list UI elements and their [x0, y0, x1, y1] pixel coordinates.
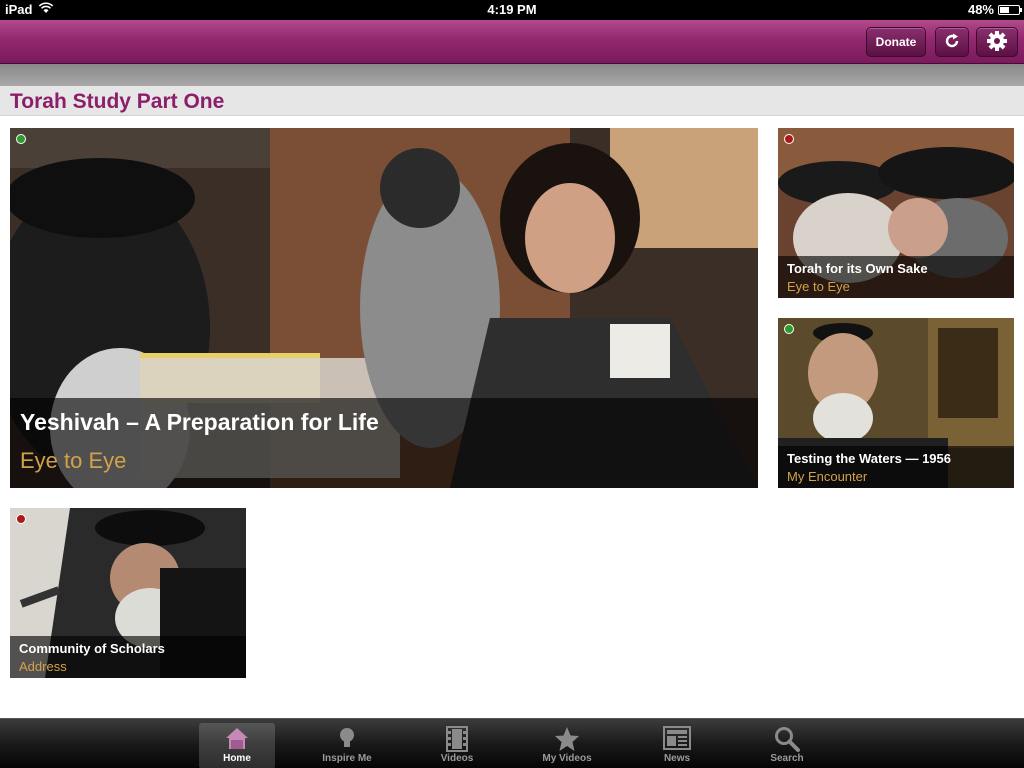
tile-title: Torah for its Own Sake	[787, 261, 928, 276]
app-screen: iPad 4:19 PM 48% Donate Torah Study Part…	[0, 0, 1024, 768]
star-icon	[529, 723, 605, 753]
film-icon	[419, 723, 495, 753]
tile-title: Testing the Waters — 1956	[787, 451, 951, 466]
home-icon	[199, 723, 275, 753]
gray-separator	[0, 64, 1024, 86]
tab-label: Inspire Me	[322, 753, 372, 764]
tab-news[interactable]: News	[639, 723, 715, 768]
tile-caption: Community of Scholars Address	[10, 636, 246, 678]
tile-title: Community of Scholars	[19, 641, 165, 656]
status-dot-green	[784, 324, 794, 334]
donate-button[interactable]: Donate	[866, 27, 926, 57]
tile-caption: Torah for its Own Sake Eye to Eye	[778, 256, 1014, 298]
clock: 4:19 PM	[487, 2, 537, 17]
tile-subtitle: Eye to Eye	[20, 448, 127, 473]
settings-button[interactable]	[976, 27, 1018, 57]
refresh-button[interactable]	[935, 27, 969, 57]
tab-label: Videos	[440, 753, 474, 764]
video-tile-featured[interactable]: Yeshivah – A Preparation for Life Eye to…	[10, 128, 758, 488]
tab-home[interactable]: Home	[199, 723, 275, 768]
tab-label: My Videos	[542, 753, 592, 764]
tab-inspire-me[interactable]: Inspire Me	[309, 723, 385, 768]
tile-title: Yeshivah – A Preparation for Life	[20, 409, 379, 435]
refresh-icon	[943, 32, 961, 53]
tile-subtitle: Eye to Eye	[787, 279, 850, 294]
video-tile[interactable]: Community of Scholars Address	[10, 508, 246, 678]
gear-icon	[986, 30, 1008, 55]
battery-percent: 48%	[967, 2, 994, 17]
section-header: Torah Study Part One	[0, 86, 1024, 116]
tab-label: Home	[223, 753, 251, 764]
tab-label: Search	[770, 753, 804, 764]
battery-icon	[998, 4, 1022, 15]
navigation-bar: Donate	[0, 20, 1024, 64]
lightbulb-icon	[309, 723, 385, 753]
status-dot-green	[16, 134, 26, 144]
video-tile[interactable]: Torah for its Own Sake Eye to Eye	[778, 128, 1014, 298]
tile-subtitle: My Encounter	[787, 469, 868, 484]
video-tile[interactable]: Testing the Waters — 1956 My Encounter	[778, 318, 1014, 488]
tile-caption: Yeshivah – A Preparation for Life Eye to…	[10, 398, 758, 488]
status-dot-red	[16, 514, 26, 524]
tab-search[interactable]: Search	[749, 723, 825, 768]
newspaper-icon	[639, 723, 715, 753]
tab-my-videos[interactable]: My Videos	[529, 723, 605, 768]
search-icon	[749, 723, 825, 753]
battery-level	[1000, 6, 1009, 13]
status-bar: iPad 4:19 PM 48%	[0, 0, 1024, 20]
tile-caption: Testing the Waters — 1956 My Encounter	[778, 446, 1014, 488]
status-dot-red	[784, 134, 794, 144]
tile-subtitle: Address	[19, 659, 67, 674]
tab-videos[interactable]: Videos	[419, 723, 495, 768]
tab-bar: Home Inspire Me Videos My Videos News Se…	[0, 718, 1024, 768]
page-title: Torah Study Part One	[10, 90, 225, 113]
tab-label: News	[663, 753, 691, 764]
